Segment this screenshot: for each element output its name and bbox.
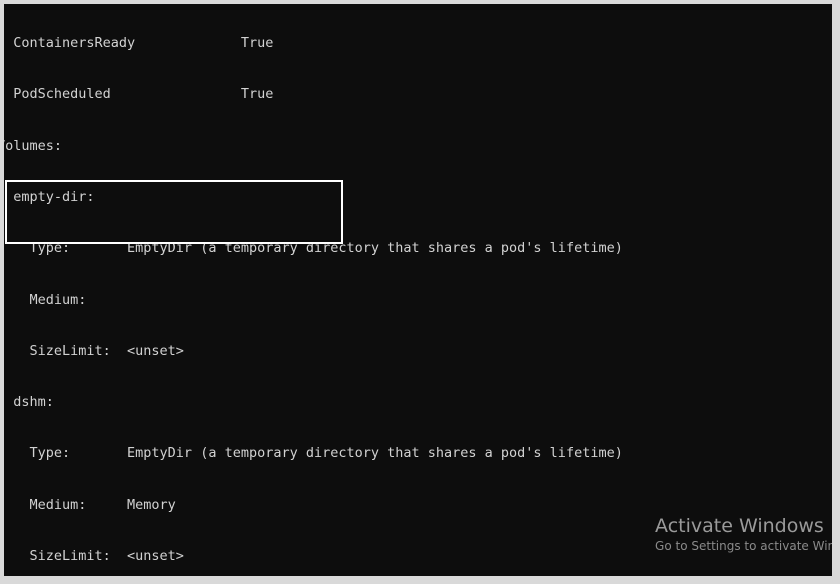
terminal-window[interactable]: ContainersReady True PodScheduled True V… bbox=[4, 4, 832, 576]
screenshot-root: ContainersReady True PodScheduled True V… bbox=[0, 0, 840, 584]
terminal-line: SizeLimit: <unset> bbox=[4, 343, 832, 360]
terminal-line: Type: EmptyDir (a temporary directory th… bbox=[4, 240, 832, 257]
activate-windows-watermark: Activate Windows Go to Settings to activ… bbox=[655, 515, 832, 554]
terminal-output: ContainersReady True PodScheduled True V… bbox=[4, 4, 832, 576]
terminal-line: Medium: Memory bbox=[4, 497, 832, 514]
terminal-line: empty-dir: bbox=[4, 189, 832, 206]
terminal-line: PodScheduled True bbox=[4, 86, 832, 103]
watermark-subtitle: Go to Settings to activate Windows. bbox=[655, 538, 832, 554]
terminal-line: Medium: bbox=[4, 292, 832, 309]
terminal-line: Type: EmptyDir (a temporary directory th… bbox=[4, 445, 832, 462]
terminal-line: dshm: bbox=[4, 394, 832, 411]
terminal-line: Volumes: bbox=[4, 138, 832, 155]
terminal-line: ContainersReady True bbox=[4, 35, 832, 52]
watermark-title: Activate Windows bbox=[655, 515, 832, 538]
